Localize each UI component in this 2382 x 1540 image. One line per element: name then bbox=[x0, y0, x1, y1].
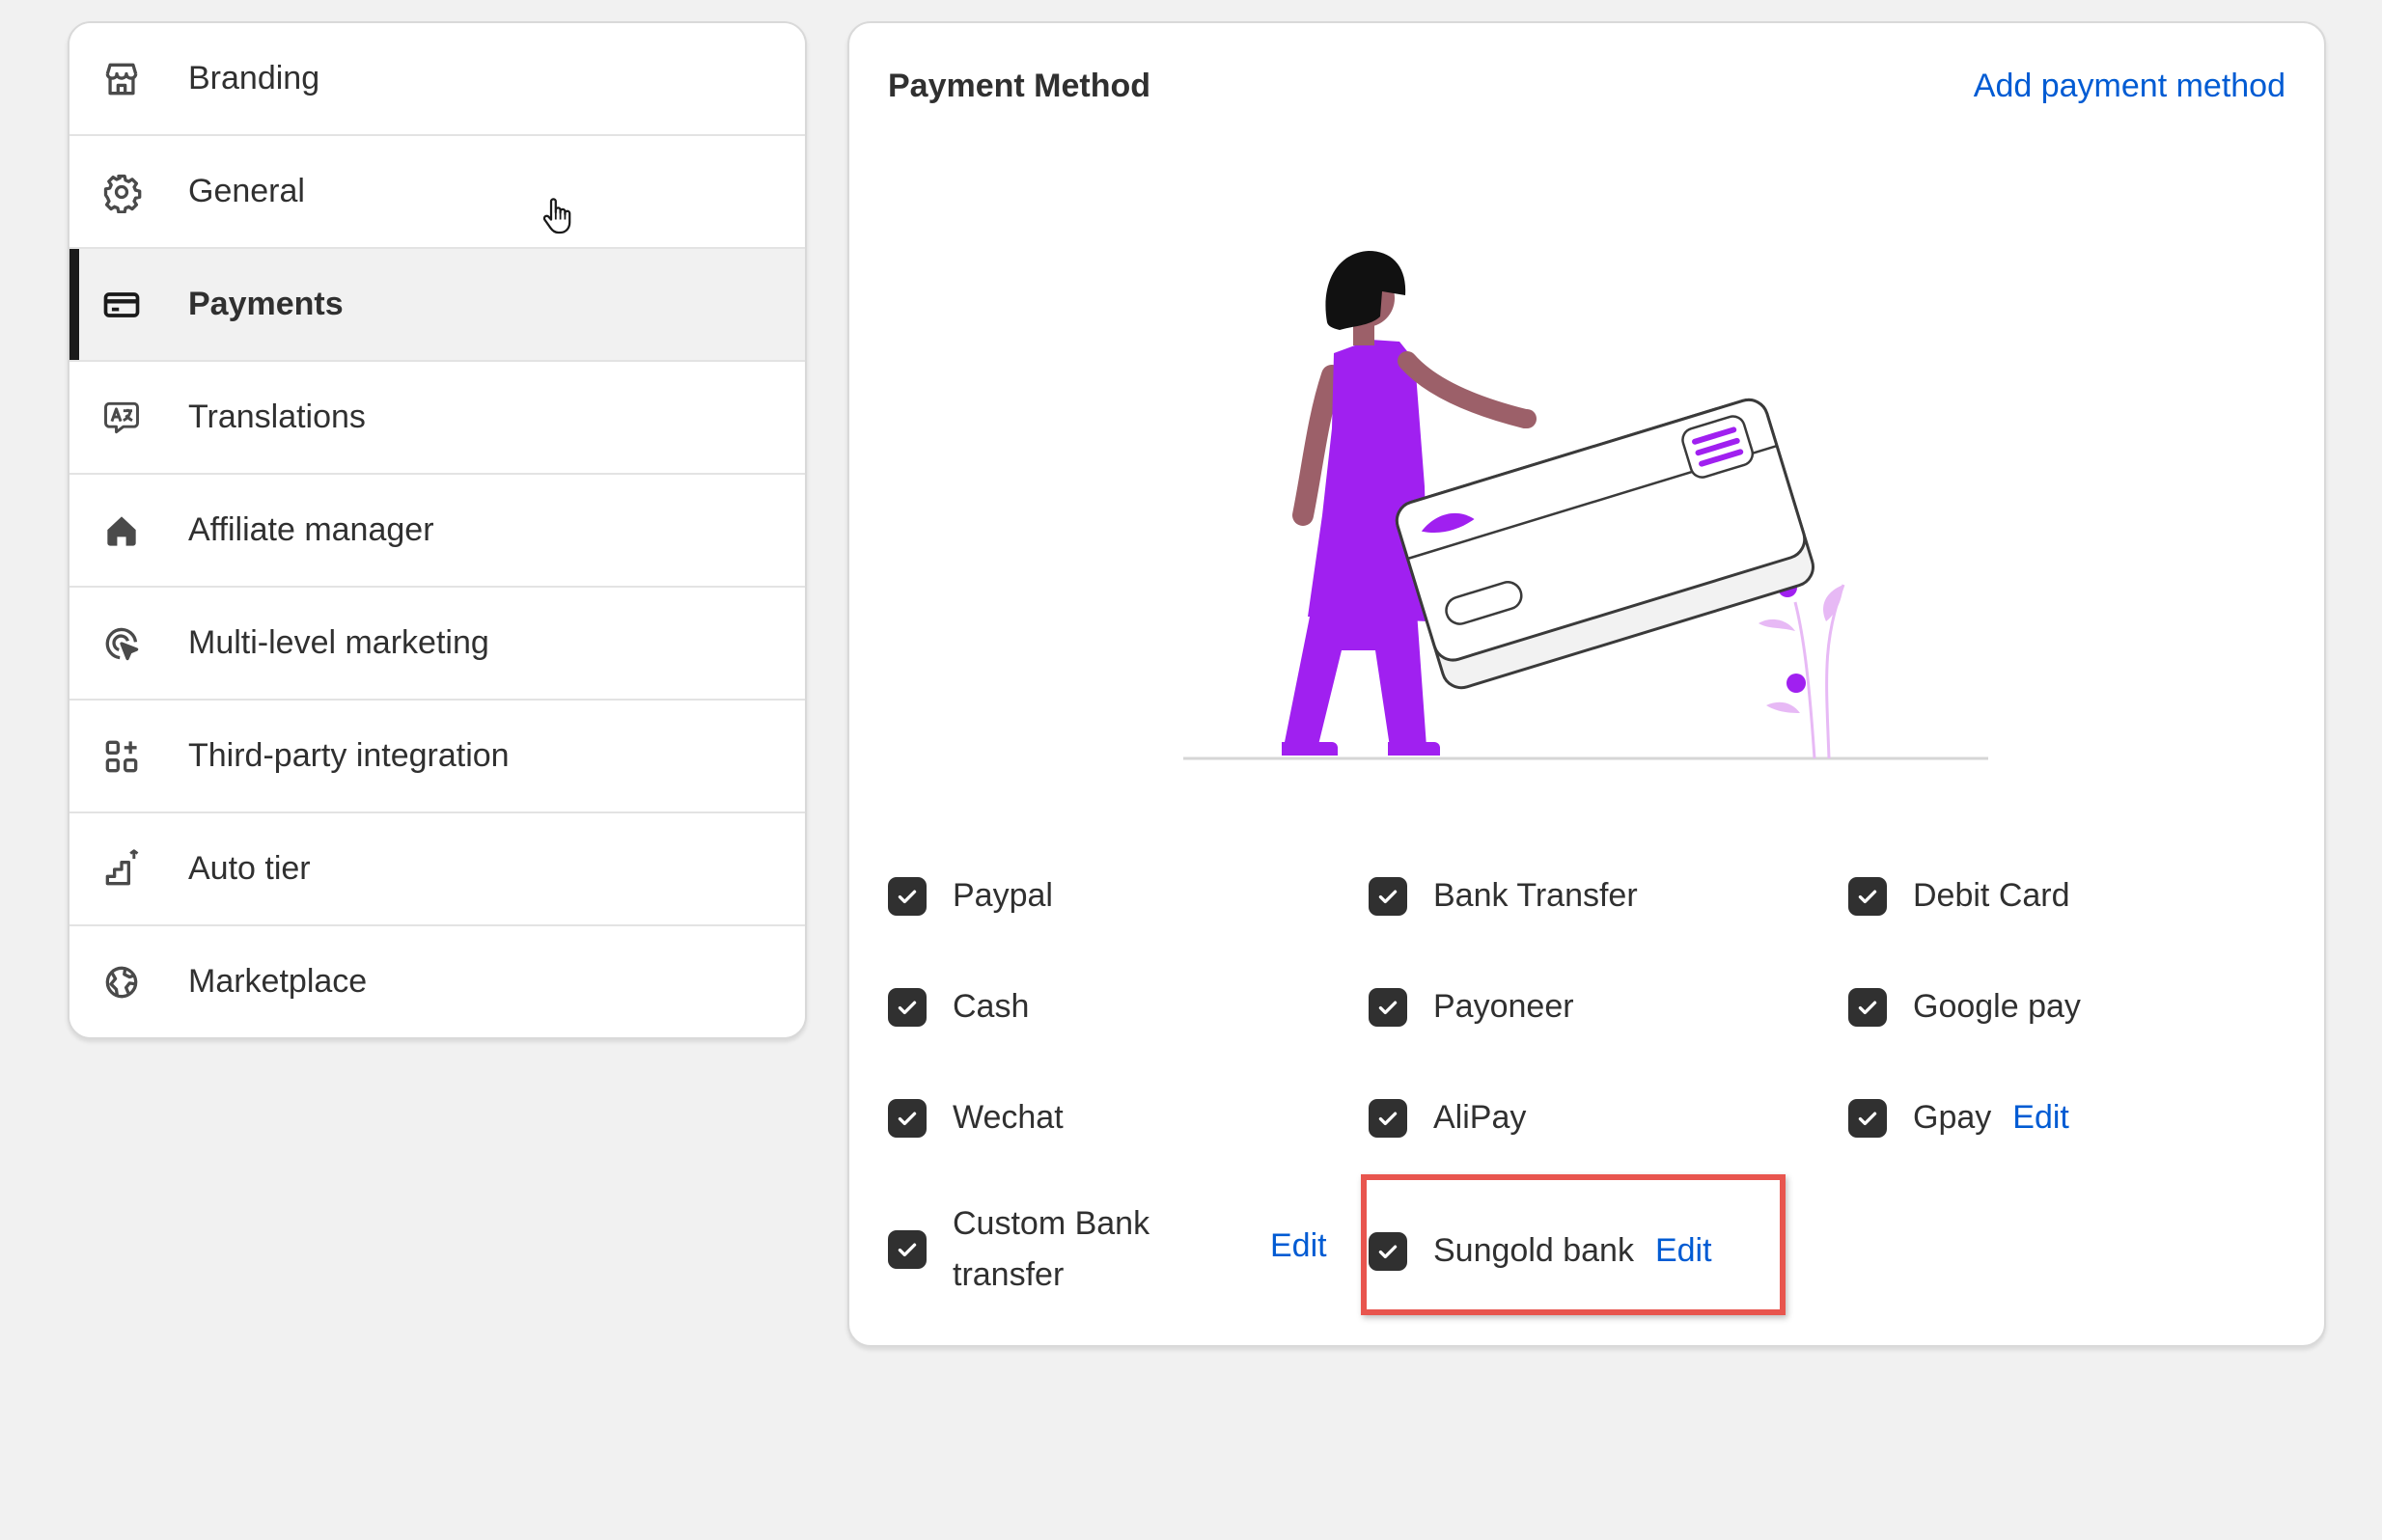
home-icon bbox=[100, 509, 143, 552]
method-label: Google pay bbox=[1913, 988, 2081, 1025]
method-label: Sungold bank bbox=[1433, 1232, 1634, 1269]
target-cursor-icon bbox=[100, 622, 143, 665]
card-title: Payment Method bbox=[888, 68, 1151, 104]
method-label: Wechat bbox=[953, 1099, 1064, 1136]
sidebar-item-label: Branding bbox=[188, 60, 320, 96]
method-custom-bank-transfer: Custom Bank transfer bbox=[888, 1198, 1149, 1301]
sungold-bank-edit-link[interactable]: Edit bbox=[1655, 1232, 1712, 1270]
method-google-pay: Google pay bbox=[1848, 981, 2081, 1032]
translate-icon bbox=[100, 397, 143, 439]
sidebar-item-label: Marketplace bbox=[188, 963, 368, 1000]
sidebar-item-payments[interactable]: Payments bbox=[69, 247, 805, 360]
sidebar-item-translations[interactable]: Translations bbox=[69, 360, 805, 473]
sidebar-item-label: Multi-level marketing bbox=[188, 624, 489, 661]
method-sungold-bank: Sungold bank Edit bbox=[1369, 1225, 1712, 1277]
checkmark-icon bbox=[1378, 890, 1398, 903]
method-bank-transfer: Bank Transfer bbox=[1369, 870, 1638, 921]
checkmark-icon bbox=[1378, 1112, 1398, 1125]
method-debit-card: Debit Card bbox=[1848, 870, 2070, 921]
paypal-checkbox[interactable] bbox=[888, 876, 927, 916]
method-label: Bank Transfer bbox=[1433, 877, 1638, 914]
checkmark-icon bbox=[1378, 1245, 1398, 1258]
method-label-line1: Custom Bank bbox=[953, 1205, 1150, 1242]
checkmark-icon bbox=[1858, 1001, 1877, 1014]
sidebar-item-marketplace[interactable]: Marketplace bbox=[69, 924, 805, 1037]
hand-pointer-icon bbox=[540, 195, 574, 235]
method-label: Custom Bank transfer bbox=[953, 1198, 1149, 1301]
method-label: Cash bbox=[953, 988, 1030, 1025]
method-alipay: AliPay bbox=[1369, 1092, 1526, 1143]
sidebar-item-label: General bbox=[188, 173, 305, 209]
store-icon bbox=[100, 58, 143, 100]
sidebar-item-general[interactable]: General bbox=[69, 134, 805, 247]
method-payoneer: Payoneer bbox=[1369, 981, 1574, 1032]
sidebar-item-third-party-integration[interactable]: Third-party integration bbox=[69, 699, 805, 811]
method-wechat: Wechat bbox=[888, 1092, 1064, 1143]
sidebar-item-label: Translations bbox=[188, 399, 366, 435]
gpay-edit-link[interactable]: Edit bbox=[2012, 1099, 2069, 1137]
method-label: Gpay bbox=[1913, 1099, 1992, 1136]
checkmark-icon bbox=[898, 1243, 917, 1257]
sidebar-item-label: Payments bbox=[188, 286, 344, 322]
globe-icon bbox=[100, 961, 143, 1004]
google-pay-checkbox[interactable] bbox=[1848, 987, 1887, 1027]
payment-method-card: Payment Method Add payment method Paypal… bbox=[847, 21, 2326, 1347]
apps-add-icon bbox=[100, 735, 143, 778]
checkmark-icon bbox=[898, 1001, 917, 1014]
sidebar-item-label: Affiliate manager bbox=[188, 511, 434, 548]
checkmark-icon bbox=[898, 1112, 917, 1125]
checkmark-icon bbox=[898, 890, 917, 903]
settings-sidebar: Branding General Payments Translations A… bbox=[68, 21, 807, 1039]
custom-bank-transfer-edit-link[interactable]: Edit bbox=[1270, 1227, 1327, 1265]
method-label: AliPay bbox=[1433, 1099, 1527, 1136]
method-label: Payoneer bbox=[1433, 988, 1574, 1025]
gear-icon bbox=[100, 171, 143, 213]
checkmark-icon bbox=[1858, 890, 1877, 903]
sidebar-item-affiliate-manager[interactable]: Affiliate manager bbox=[69, 473, 805, 586]
method-label-line2: transfer bbox=[953, 1256, 1065, 1293]
sidebar-item-label: Auto tier bbox=[188, 850, 311, 887]
method-cash: Cash bbox=[888, 981, 1029, 1032]
stairs-icon bbox=[100, 848, 143, 891]
sungold-bank-checkbox[interactable] bbox=[1369, 1231, 1407, 1271]
credit-card-icon bbox=[100, 284, 143, 326]
sidebar-item-auto-tier[interactable]: Auto tier bbox=[69, 811, 805, 924]
debit-card-checkbox[interactable] bbox=[1848, 876, 1887, 916]
method-gpay: Gpay Edit bbox=[1848, 1092, 2069, 1143]
gpay-checkbox[interactable] bbox=[1848, 1098, 1887, 1138]
sidebar-item-label: Third-party integration bbox=[188, 737, 510, 774]
alipay-checkbox[interactable] bbox=[1369, 1098, 1407, 1138]
payment-illustration bbox=[1177, 226, 2046, 785]
method-label: Paypal bbox=[953, 877, 1053, 914]
sidebar-item-branding[interactable]: Branding bbox=[69, 23, 805, 134]
sidebar-item-multi-level-marketing[interactable]: Multi-level marketing bbox=[69, 586, 805, 699]
payoneer-checkbox[interactable] bbox=[1369, 987, 1407, 1027]
add-payment-method-link[interactable]: Add payment method bbox=[1974, 68, 2285, 105]
method-paypal: Paypal bbox=[888, 870, 1053, 921]
method-label: Debit Card bbox=[1913, 877, 2070, 914]
checkmark-icon bbox=[1858, 1112, 1877, 1125]
custom-bank-transfer-checkbox[interactable] bbox=[888, 1230, 927, 1269]
wechat-checkbox[interactable] bbox=[888, 1098, 927, 1138]
bank-transfer-checkbox[interactable] bbox=[1369, 876, 1407, 916]
cash-checkbox[interactable] bbox=[888, 987, 927, 1027]
checkmark-icon bbox=[1378, 1001, 1398, 1014]
